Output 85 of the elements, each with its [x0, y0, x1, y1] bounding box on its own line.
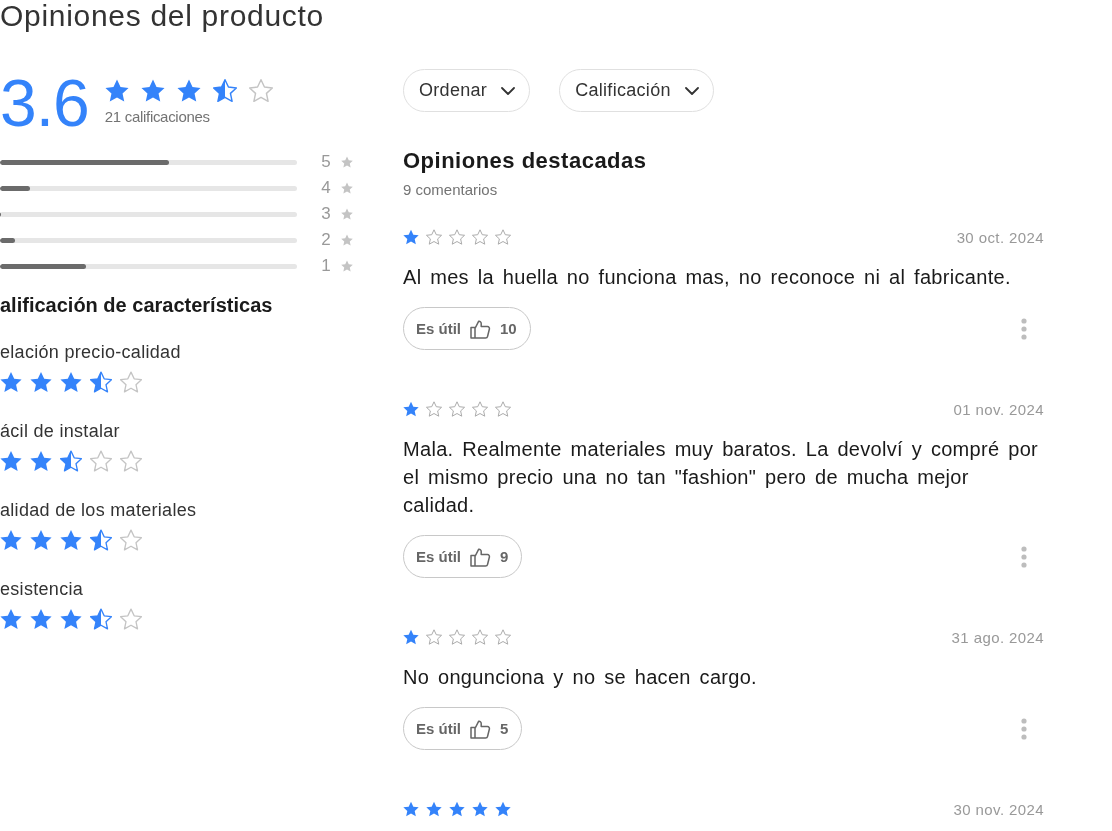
- star-icon: [60, 371, 82, 393]
- star-icon: [30, 371, 52, 393]
- review-text: No ongunciona y no se hacen cargo.: [403, 665, 758, 690]
- star-level-label: 4: [321, 178, 331, 198]
- more-options-icon[interactable]: [1021, 717, 1027, 740]
- ratings-count: 21 calificaciones: [104, 107, 210, 127]
- review-date: 30 nov. 2024: [953, 800, 1044, 818]
- half-star-icon: [60, 450, 82, 472]
- star-icon: [0, 371, 22, 393]
- section-heading: alificación de características: [0, 293, 273, 317]
- page-title: Opiniones del producto: [0, 0, 324, 32]
- more-options-icon[interactable]: [1021, 545, 1027, 568]
- star-icon: [30, 608, 52, 630]
- star-outline-icon: [120, 608, 142, 630]
- star-level-label: 2: [321, 230, 331, 250]
- average-rating: 3.6: [0, 71, 89, 135]
- filter-dropdown[interactable]: Calificación: [559, 69, 714, 112]
- review-date: 01 nov. 2024: [953, 400, 1044, 418]
- star-icon: [0, 450, 22, 472]
- star-icon: [0, 529, 22, 551]
- star-icon: [0, 608, 22, 630]
- star-icon: [140, 79, 165, 102]
- star-icon: [60, 529, 82, 551]
- star-icon: [403, 401, 419, 417]
- star-outline-icon: [426, 629, 442, 645]
- review-date: 31 ago. 2024: [951, 628, 1044, 646]
- feature-label: elación precio-calidad: [0, 342, 181, 362]
- star-icon: [176, 79, 201, 102]
- thumbs-up-icon: [470, 718, 491, 739]
- star-icon: [449, 801, 465, 817]
- star-icon: [30, 450, 52, 472]
- star-outline-icon: [449, 229, 465, 245]
- star-icon: [403, 629, 419, 645]
- star-outline-icon: [449, 629, 465, 645]
- star-outline-icon: [495, 629, 511, 645]
- star-icon: [472, 801, 488, 817]
- star-icon: [495, 801, 511, 817]
- star-outline-icon: [120, 529, 142, 551]
- star-outline-icon: [120, 371, 142, 393]
- chevron-down-icon: [501, 86, 516, 95]
- star-outline-icon: [472, 629, 488, 645]
- helpful-button[interactable]: Es útil 9: [403, 535, 523, 578]
- half-star-icon: [90, 371, 112, 393]
- star-icon: [104, 79, 129, 102]
- star-outline-icon: [472, 229, 488, 245]
- star-icon: [341, 208, 353, 220]
- star-icon: [341, 156, 353, 168]
- star-level-label: 1: [321, 256, 331, 276]
- more-options-icon[interactable]: [1021, 317, 1027, 340]
- star-icon: [60, 608, 82, 630]
- helpful-button[interactable]: Es útil 5: [403, 707, 523, 750]
- feature-label: ácil de instalar: [0, 421, 120, 441]
- star-outline-icon: [449, 401, 465, 417]
- star-outline-icon: [426, 401, 442, 417]
- chevron-down-icon: [684, 86, 699, 95]
- feature-label: esistencia: [0, 579, 84, 599]
- star-icon: [341, 182, 353, 194]
- half-star-icon: [90, 529, 112, 551]
- star-level-label: 5: [321, 152, 331, 172]
- star-icon: [341, 260, 353, 272]
- half-star-icon: [212, 79, 237, 102]
- star-outline-icon: [472, 401, 488, 417]
- feature-label: alidad de los materiales: [0, 500, 197, 520]
- star-outline-icon: [120, 450, 142, 472]
- star-outline-icon: [495, 401, 511, 417]
- comments-count: 9 comentarios: [403, 181, 498, 199]
- star-outline-icon: [248, 79, 273, 102]
- star-outline-icon: [426, 229, 442, 245]
- star-level-label: 3: [321, 204, 331, 224]
- review-text: Al mes la huella no funciona mas, no reconoce ni al fabricante.: [403, 265, 1012, 290]
- star-icon: [30, 529, 52, 551]
- star-icon: [341, 234, 353, 246]
- half-star-icon: [90, 608, 112, 630]
- thumbs-up-icon: [470, 546, 491, 567]
- star-icon: [426, 801, 442, 817]
- thumbs-up-icon: [470, 318, 491, 339]
- star-outline-icon: [90, 450, 112, 472]
- section-heading: Opiniones destacadas: [403, 148, 647, 174]
- review-date: 30 oct. 2024: [956, 228, 1044, 246]
- star-icon: [403, 229, 419, 245]
- review-text: Mala. Realmente materiales muy baratos. La devolví y compré por el mismo precio una no tan "fashion" pero de mucha mejor calidad.: [403, 437, 1040, 518]
- star-icon: [403, 801, 419, 817]
- star-outline-icon: [495, 229, 511, 245]
- helpful-button[interactable]: Es útil 10: [403, 307, 531, 350]
- filter-dropdown[interactable]: Ordenar: [403, 69, 531, 112]
